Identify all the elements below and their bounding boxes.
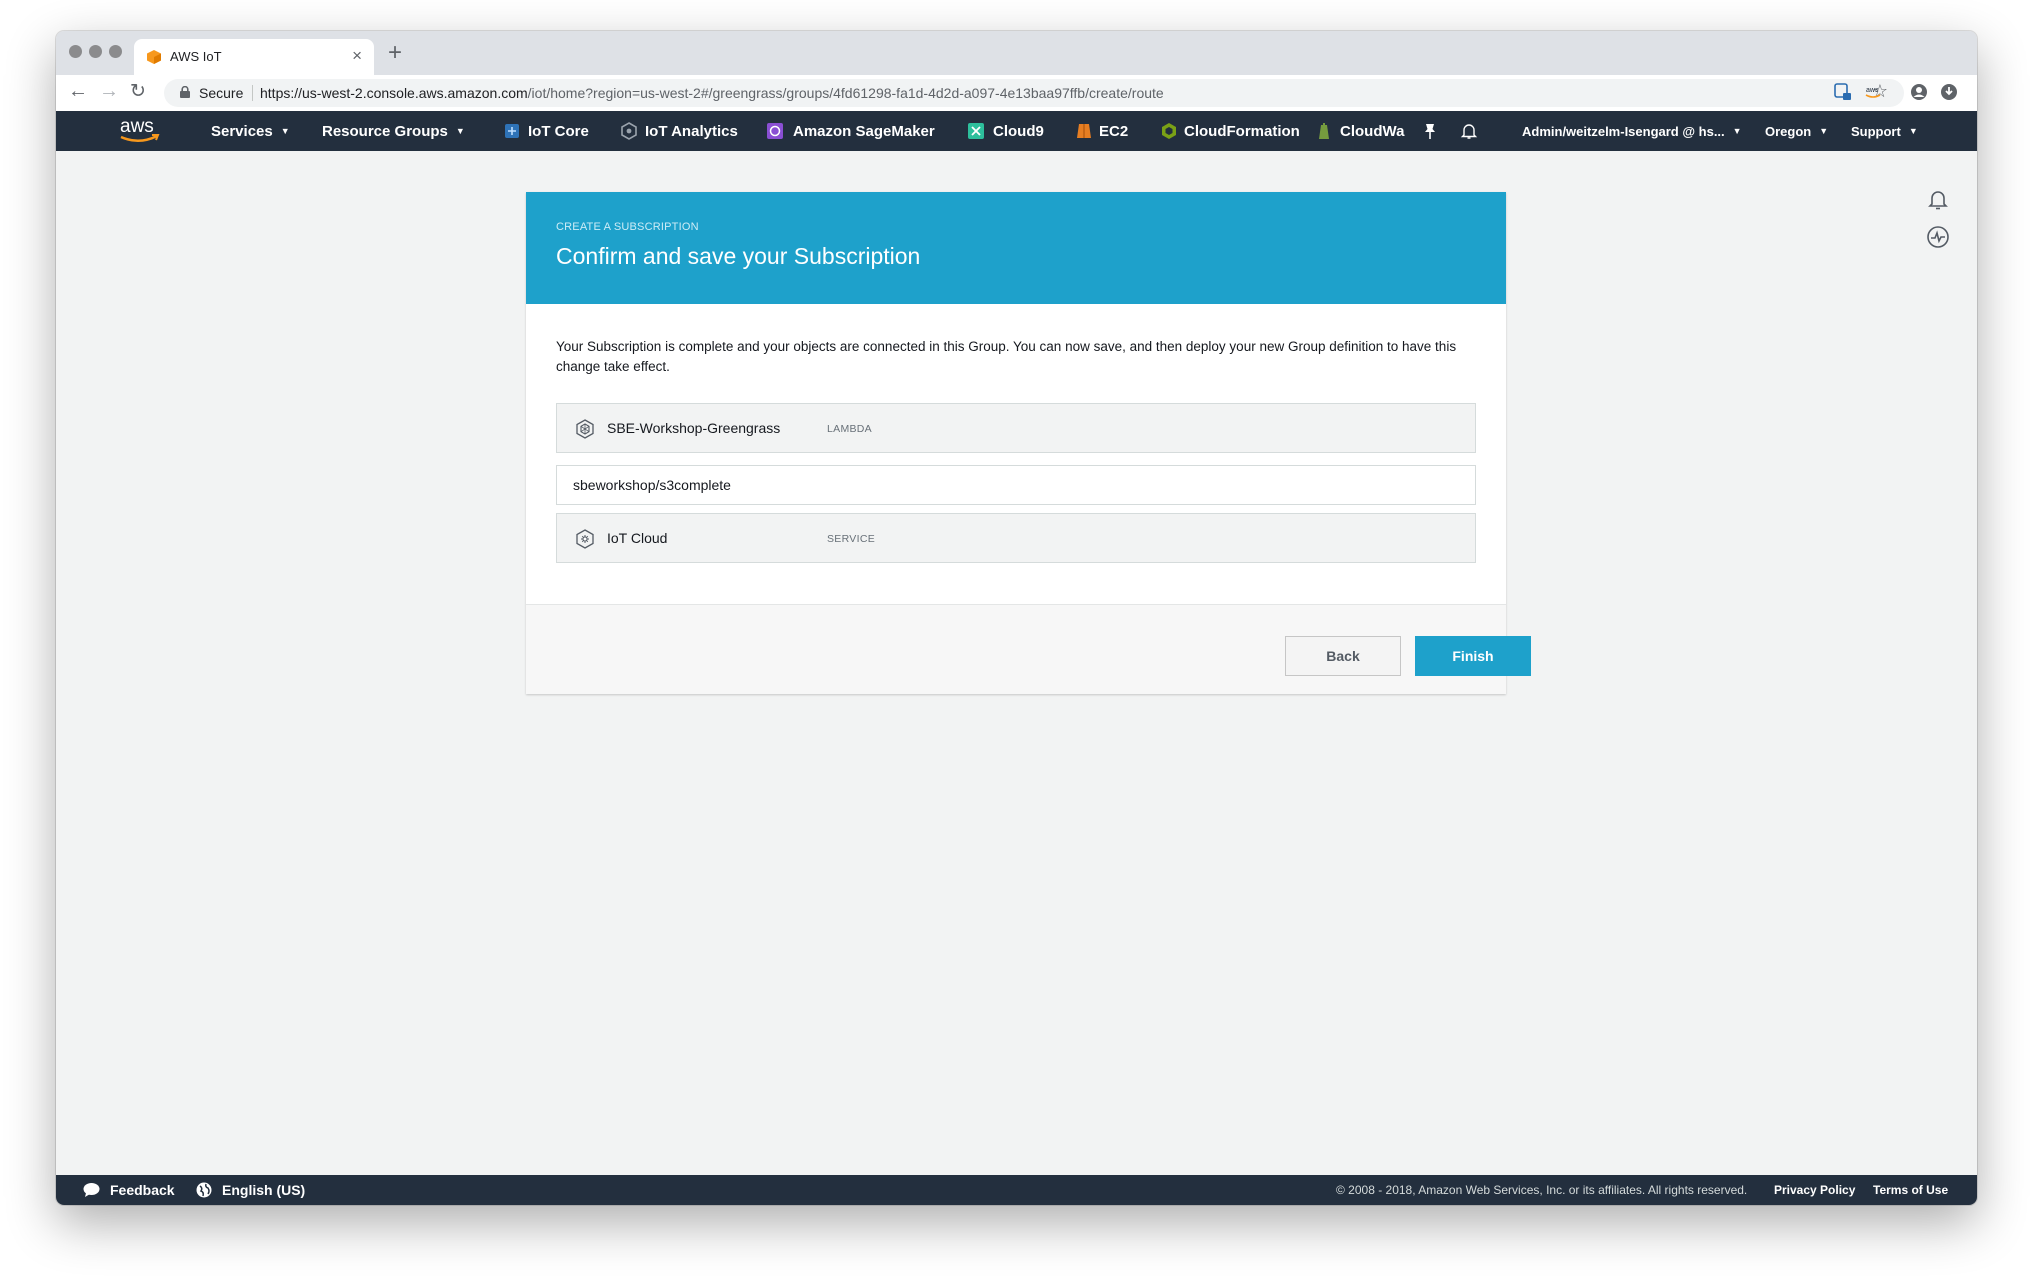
page-footer: Feedback English (US) © 2008 - 2018, Ama… — [56, 1175, 1977, 1205]
browser-toolbar: ← → ↻ Secure https://us-west-2.console.a… — [56, 75, 1977, 111]
aws-navbar: aws Services ▼ Resource Groups ▼ IoT Core … — [56, 111, 1977, 151]
url-path: /iot/home?region=us-west-2#/greengrass/g… — [527, 85, 1164, 101]
notifications-bell-icon[interactable] — [1460, 122, 1478, 140]
extension-menu-icon[interactable] — [1940, 83, 1958, 101]
pin-icon[interactable] — [1423, 122, 1437, 140]
subscription-description: Your Subscription is complete and your o… — [556, 339, 1457, 374]
sagemaker-icon — [767, 123, 783, 139]
aws-logo-icon[interactable]: aws — [116, 115, 162, 147]
lambda-function-icon — [576, 419, 594, 439]
cloudformation-icon — [1162, 123, 1176, 139]
privacy-policy-link[interactable]: Privacy Policy — [1774, 1183, 1855, 1197]
browser-tab[interactable]: AWS IoT × — [134, 39, 374, 75]
chevron-down-icon: ▼ — [280, 126, 290, 136]
minimize-window-button[interactable] — [89, 45, 102, 58]
card-header: CREATE A SUBSCRIPTION Confirm and save y… — [526, 192, 1506, 304]
secure-label: Secure — [199, 85, 244, 101]
shortcut-cloud9[interactable]: Cloud9 — [993, 123, 1044, 140]
profile-icon[interactable] — [1910, 83, 1928, 101]
url-text[interactable]: https://us-west-2.console.aws.amazon.com… — [260, 85, 1164, 101]
finish-button[interactable]: Finish — [1415, 636, 1531, 676]
support-label: Support — [1851, 124, 1901, 139]
extension-translate-icon[interactable] — [1834, 83, 1852, 101]
target-name: IoT Cloud — [607, 530, 668, 546]
tab-bar: AWS IoT × + — [56, 31, 1977, 75]
shortcut-sagemaker[interactable]: Amazon SageMaker — [793, 123, 935, 140]
region-label: Oregon — [1765, 124, 1812, 139]
shortcut-cloudwatch[interactable]: CloudWa — [1340, 123, 1404, 140]
forward-arrow-icon[interactable]: → — [99, 80, 119, 103]
lock-icon — [180, 86, 190, 98]
feedback-link[interactable]: Feedback — [110, 1182, 175, 1198]
target-type-badge: SERVICE — [827, 533, 876, 545]
aws-iot-favicon-icon — [147, 50, 161, 64]
tab-close-icon[interactable]: × — [352, 46, 362, 66]
cloud9-icon — [968, 123, 984, 139]
copyright-text: © 2008 - 2018, Amazon Web Services, Inc.… — [1336, 1183, 1748, 1197]
new-tab-button[interactable]: + — [388, 39, 402, 67]
subscription-card: CREATE A SUBSCRIPTION Confirm and save y… — [526, 192, 1531, 694]
shortcut-iot-analytics[interactable]: IoT Analytics — [645, 123, 738, 140]
cloudwatch-icon — [1319, 123, 1329, 139]
back-button[interactable]: Back — [1285, 636, 1401, 676]
maximize-window-button[interactable] — [109, 45, 122, 58]
iot-analytics-icon — [621, 122, 637, 140]
svg-text:aws: aws — [1866, 87, 1879, 94]
shortcut-ec2[interactable]: EC2 — [1099, 123, 1128, 140]
reload-icon[interactable]: ↻ — [130, 80, 146, 103]
source-type-badge: LAMBDA — [827, 423, 872, 435]
iot-core-icon — [505, 124, 519, 138]
topic-filter-field: sbeworkshop/s3complete — [556, 465, 1476, 505]
chevron-down-icon: ▼ — [1819, 126, 1829, 136]
support-menu[interactable]: Support ▼ — [1851, 124, 1918, 139]
account-menu[interactable]: Admin/weitzelm-Isengard @ hs... ▼ — [1522, 124, 1742, 139]
chevron-down-icon: ▼ — [1732, 126, 1742, 136]
account-label: Admin/weitzelm-Isengard @ hs... — [1522, 124, 1725, 139]
topic-filter-value: sbeworkshop/s3complete — [573, 477, 731, 493]
shortcut-iot-core[interactable]: IoT Core — [528, 123, 589, 140]
services-menu[interactable]: Services ▼ — [211, 123, 290, 140]
feedback-icon — [83, 1183, 100, 1197]
page-title: Confirm and save your Subscription — [556, 243, 921, 269]
chevron-down-icon: ▼ — [1908, 126, 1918, 136]
aws-logo-text: aws — [120, 116, 154, 137]
terms-of-use-link[interactable]: Terms of Use — [1873, 1183, 1948, 1197]
region-menu[interactable]: Oregon ▼ — [1765, 124, 1828, 139]
language-selector[interactable]: English (US) — [222, 1182, 305, 1198]
address-bar[interactable]: Secure https://us-west-2.console.aws.ama… — [164, 79, 1904, 107]
tab-title: AWS IoT — [170, 49, 222, 64]
iot-cloud-icon — [576, 529, 594, 549]
browser-window: AWS IoT × + ← → ↻ Secure https://us-west… — [56, 31, 1977, 1205]
extension-amazon-icon[interactable]: aws — [1864, 83, 1882, 101]
url-host: https://us-west-2.console.aws.amazon.com — [260, 85, 528, 101]
shortcut-cloudformation[interactable]: CloudFormation — [1184, 123, 1300, 140]
side-health-icon[interactable] — [1926, 225, 1950, 249]
services-label: Services — [211, 123, 273, 140]
resource-groups-label: Resource Groups — [322, 123, 448, 140]
side-notifications-icon[interactable] — [1926, 187, 1950, 211]
ec2-icon — [1077, 124, 1091, 138]
resource-groups-menu[interactable]: Resource Groups ▼ — [322, 123, 465, 140]
chevron-down-icon: ▼ — [455, 126, 465, 136]
subscription-target: IoT Cloud SERVICE — [556, 513, 1476, 563]
source-name: SBE-Workshop-Greengrass — [607, 420, 781, 436]
card-footer: Back Finish — [526, 604, 1531, 694]
back-arrow-icon[interactable]: ← — [68, 80, 88, 103]
close-window-button[interactable] — [69, 45, 82, 58]
globe-icon — [196, 1182, 212, 1198]
address-separator — [252, 85, 253, 101]
card-eyebrow: CREATE A SUBSCRIPTION — [556, 221, 699, 233]
subscription-source: SBE-Workshop-Greengrass LAMBDA — [556, 403, 1476, 453]
